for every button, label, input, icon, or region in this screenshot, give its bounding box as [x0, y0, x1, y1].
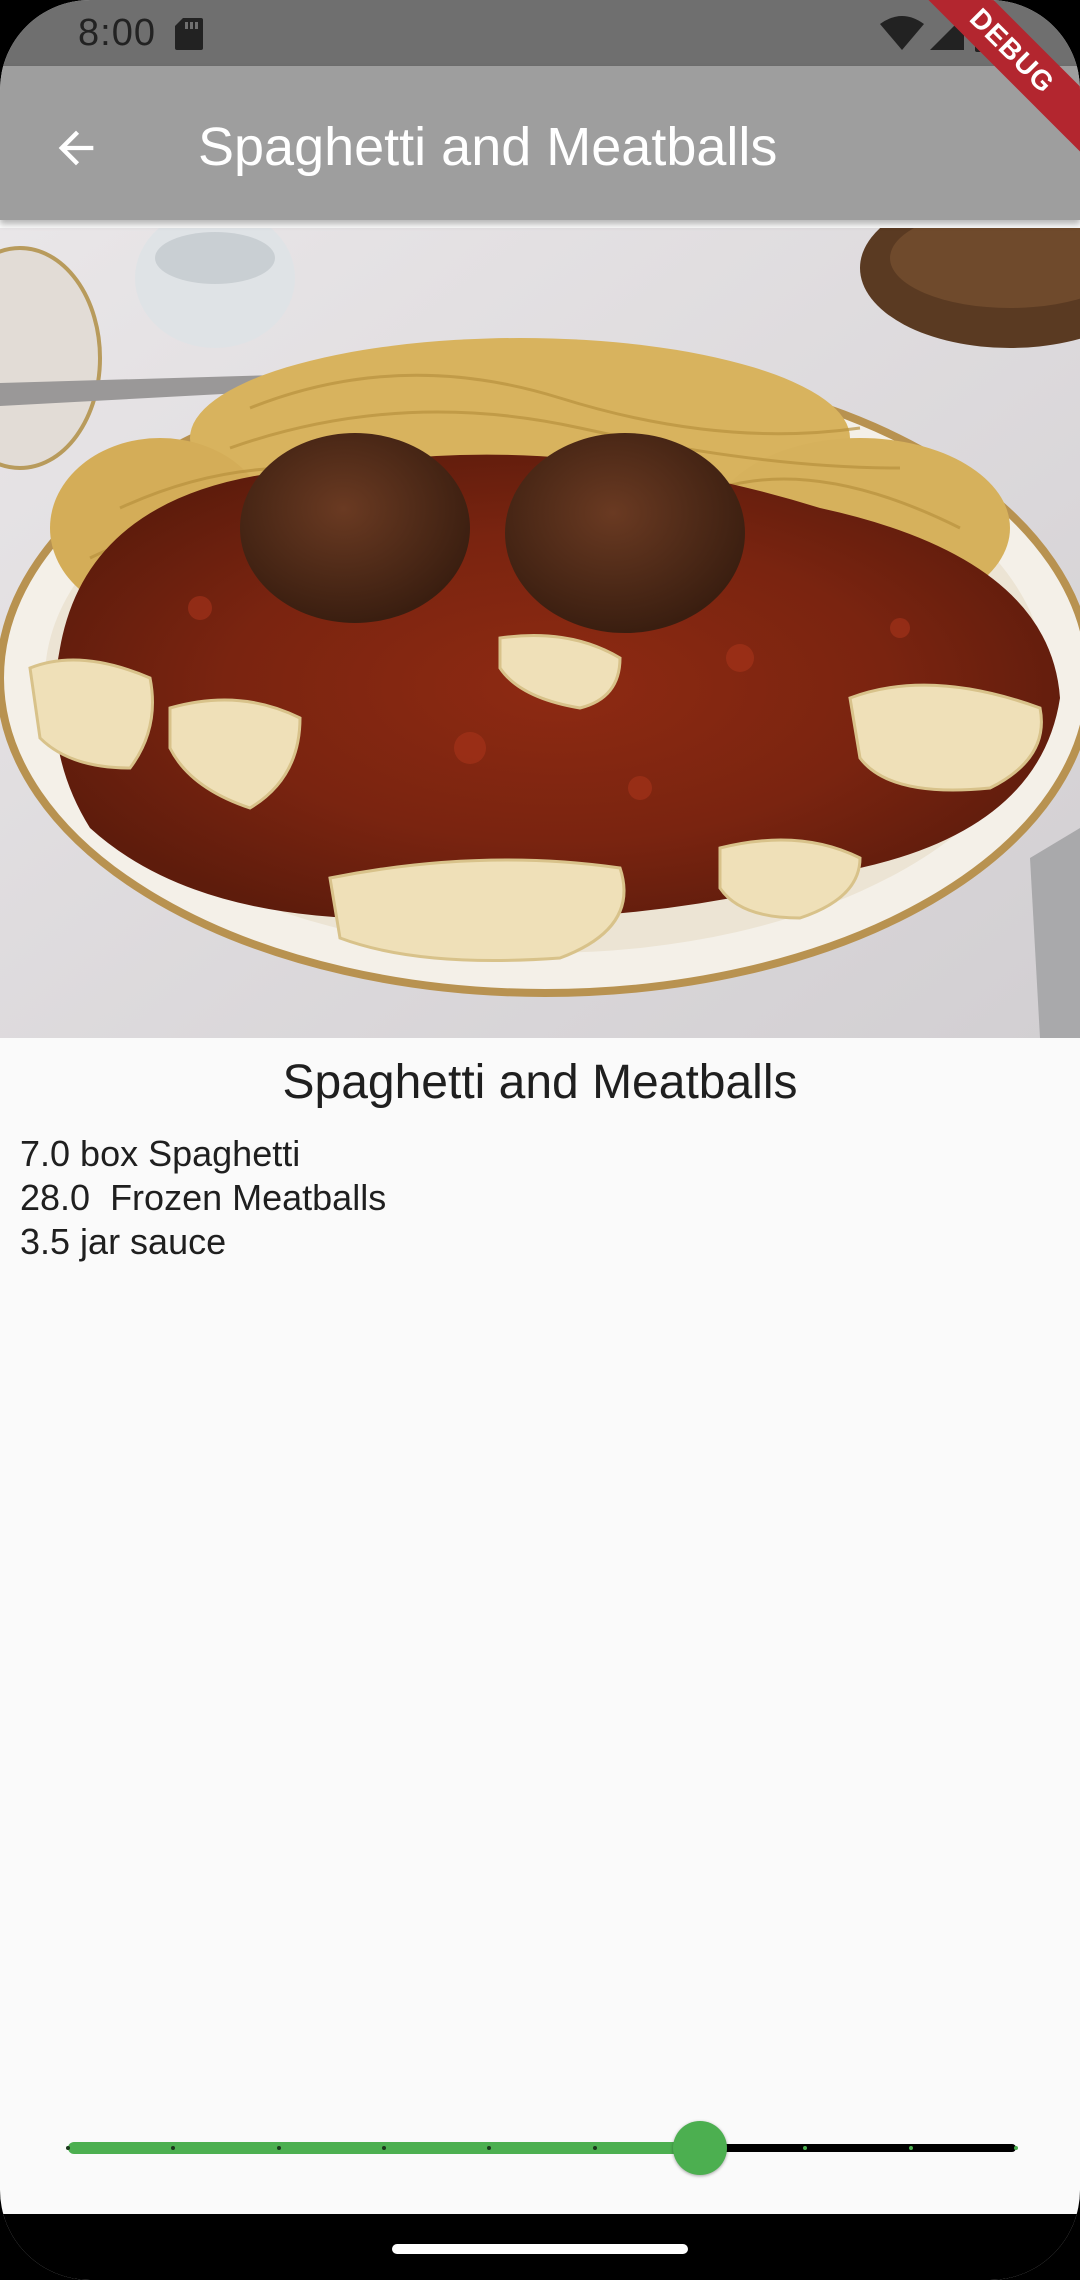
recipe-title: Spaghetti and Meatballs [282, 1056, 798, 1109]
servings-slider[interactable] [60, 2118, 1020, 2178]
slider-tick [908, 2146, 913, 2150]
ingredient-item: 28.0 Frozen Meatballs [20, 1177, 387, 1218]
wifi-icon [880, 16, 924, 50]
page-title: Spaghetti and Meatballs [198, 117, 778, 177]
back-button[interactable] [36, 108, 116, 188]
arrow-back-icon [58, 130, 94, 166]
slider-thumb[interactable] [673, 2121, 728, 2175]
ingredient-list: 7.0 box Spaghetti 28.0 Frozen Meatballs … [20, 1132, 386, 1264]
slider-tick [382, 2146, 386, 2150]
slider-tick [1014, 2146, 1018, 2150]
sd-card-icon [175, 18, 203, 50]
app-bar: Spaghetti and Meatballs [0, 66, 1080, 220]
ingredient-item: 7.0 box Spaghetti [20, 1133, 301, 1174]
status-time: 8:00 [78, 12, 156, 54]
slider-tick [66, 2146, 70, 2150]
navigation-bar [0, 2214, 1080, 2280]
app-screen: 8:00 Spaghetti and Meatballs DEBUG Spagh… [0, 0, 1080, 2280]
ingredient-item: 3.5 jar sauce [20, 1221, 227, 1262]
slider-tick [592, 2146, 597, 2150]
status-bar: 8:00 [0, 0, 1080, 66]
food-photo [0, 228, 1080, 1038]
home-indicator[interactable] [392, 2244, 688, 2254]
slider-tick [276, 2146, 281, 2150]
